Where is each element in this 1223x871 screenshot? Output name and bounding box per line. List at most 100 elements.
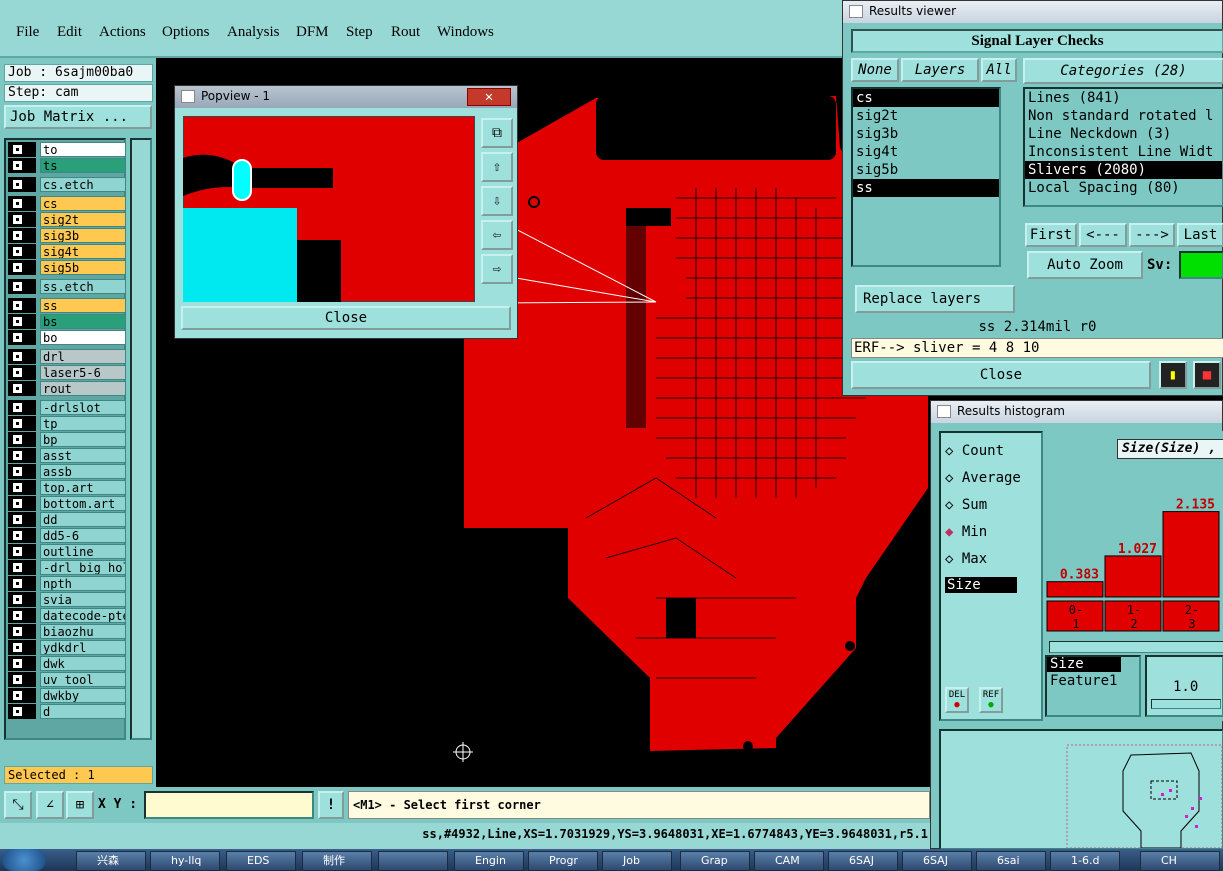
layer-name[interactable]: assb (40, 464, 126, 479)
layer-row[interactable]: dd (8, 512, 126, 527)
taskbar-item[interactable]: Progr (528, 851, 598, 871)
layer-name[interactable]: dwk (40, 656, 126, 671)
layer-row[interactable]: sig4t (8, 244, 126, 259)
layer-checkbox[interactable] (8, 608, 36, 623)
pop-up-icon[interactable]: ⇧ (481, 152, 513, 182)
taskbar-item[interactable]: 兴森 (76, 851, 146, 871)
layer-row[interactable]: uv_tool (8, 672, 126, 687)
layer-checkbox[interactable] (8, 365, 36, 380)
layer-name[interactable]: sig4t (40, 244, 126, 259)
layer-row[interactable]: -drl_big_hol (8, 560, 126, 575)
layer-checkbox[interactable] (8, 177, 36, 192)
layer-name[interactable]: uv_tool (40, 672, 126, 687)
slider-track[interactable] (1151, 699, 1221, 709)
layer-row[interactable]: laser5-6 (8, 365, 126, 380)
prev-button[interactable]: <--- (1079, 223, 1127, 247)
layer-name[interactable]: asst (40, 448, 126, 463)
layer-row[interactable]: to (8, 142, 126, 157)
list-item[interactable]: sig3b (853, 125, 999, 143)
taskbar-item[interactable]: 6SAJ (828, 851, 898, 871)
layer-checkbox[interactable] (8, 349, 36, 364)
pop-zoom-icon[interactable]: ⧉ (481, 118, 513, 148)
list-item[interactable]: cs (853, 89, 999, 107)
layer-checkbox[interactable] (8, 624, 36, 639)
layer-row[interactable]: ts (8, 158, 126, 173)
taskbar-item[interactable]: CAM (754, 851, 824, 871)
layer-checkbox[interactable] (8, 448, 36, 463)
layer-row[interactable]: dwkby (8, 688, 126, 703)
layer-name[interactable]: -drlslot (40, 400, 126, 415)
layer-row[interactable]: npth (8, 576, 126, 591)
field-select[interactable]: Size (945, 577, 1017, 593)
taskbar-item[interactable] (378, 851, 448, 871)
menu-options[interactable]: Options (162, 24, 210, 41)
taskbar-item[interactable]: Job (602, 851, 672, 871)
list-item[interactable]: Line Neckdown (3) (1025, 125, 1222, 143)
layer-checkbox[interactable] (8, 279, 36, 294)
layer-row[interactable]: sig3b (8, 228, 126, 243)
layer-name[interactable]: rout (40, 381, 126, 396)
stop-icon[interactable]: ■ (1193, 361, 1221, 389)
layer-name[interactable]: bp (40, 432, 126, 447)
list-item[interactable]: sig4t (853, 143, 999, 161)
layer-name[interactable]: cs.etch (40, 177, 126, 192)
layer-checkbox[interactable] (8, 592, 36, 607)
layer-name[interactable]: drl (40, 349, 126, 364)
layer-row[interactable]: svia (8, 592, 126, 607)
field-list[interactable]: Size Feature1 (1045, 655, 1141, 717)
layer-row[interactable]: assb (8, 464, 126, 479)
layer-checkbox[interactable] (8, 656, 36, 671)
auto-zoom-select[interactable]: Auto Zoom (1027, 251, 1143, 279)
layer-name[interactable]: to (40, 142, 126, 157)
results-layer-list[interactable]: cs sig2t sig3b sig4t sig5b ss (851, 87, 1001, 267)
category-list[interactable]: Lines (841) Non standard rotated l Line … (1023, 87, 1223, 207)
layer-checkbox[interactable] (8, 244, 36, 259)
taskbar-item[interactable]: Grap (680, 851, 750, 871)
menu-step[interactable]: Step (346, 24, 373, 41)
layer-checkbox[interactable] (8, 142, 36, 157)
layer-row[interactable]: bs (8, 314, 126, 329)
layer-checkbox[interactable] (8, 381, 36, 396)
list-item[interactable]: ss (853, 179, 999, 197)
pop-down-icon[interactable]: ⇩ (481, 186, 513, 216)
list-item[interactable]: Non standard rotated l (1025, 107, 1222, 125)
menu-actions[interactable]: Actions (99, 24, 146, 41)
layer-checkbox[interactable] (8, 330, 36, 345)
mode-sum[interactable]: ◇ Sum (945, 497, 987, 513)
layer-row[interactable]: bo (8, 330, 126, 345)
menu-rout[interactable]: Rout (391, 24, 420, 41)
layer-checkbox[interactable] (8, 400, 36, 415)
layer-row[interactable]: ss (8, 298, 126, 313)
layer-checkbox[interactable] (8, 704, 36, 719)
layer-name[interactable]: datecode-pte (40, 608, 126, 623)
layer-checkbox[interactable] (8, 640, 36, 655)
layer-row[interactable]: asst (8, 448, 126, 463)
layer-name[interactable]: sig3b (40, 228, 126, 243)
layer-checkbox[interactable] (8, 314, 36, 329)
layer-row[interactable]: sig5b (8, 260, 126, 275)
layer-name[interactable]: top.art (40, 480, 126, 495)
layer-row[interactable]: ss.etch (8, 279, 126, 294)
list-item[interactable]: Size (1047, 657, 1121, 672)
taskbar-item[interactable]: 6SAJ (902, 851, 972, 871)
layer-row[interactable]: -drlslot (8, 400, 126, 415)
mode-count[interactable]: ◇ Count (945, 443, 1004, 459)
layer-row[interactable]: cs.etch (8, 177, 126, 192)
taskbar-item[interactable]: 制作 (302, 851, 372, 871)
categories-header[interactable]: Categories (28) (1023, 58, 1223, 84)
layer-name[interactable]: ss.etch (40, 279, 126, 294)
layer-checkbox[interactable] (8, 298, 36, 313)
measure-icon[interactable]: ∠ (36, 791, 64, 819)
ref-button[interactable]: REF ● (979, 687, 1003, 713)
layer-name[interactable]: ydkdrl (40, 640, 126, 655)
mode-average[interactable]: ◇ Average (945, 470, 1021, 486)
list-item[interactable]: Local Spacing (80) (1025, 179, 1222, 197)
zoom-box-icon[interactable]: ⤡ (4, 791, 32, 819)
scale-slider[interactable]: 1.0 (1145, 655, 1223, 717)
layer-row[interactable]: ydkdrl (8, 640, 126, 655)
layer-checkbox[interactable] (8, 544, 36, 559)
layer-checkbox[interactable] (8, 464, 36, 479)
layer-checkbox[interactable] (8, 212, 36, 227)
taskbar-item[interactable]: Engin (454, 851, 524, 871)
menu-file[interactable]: File (16, 24, 39, 41)
